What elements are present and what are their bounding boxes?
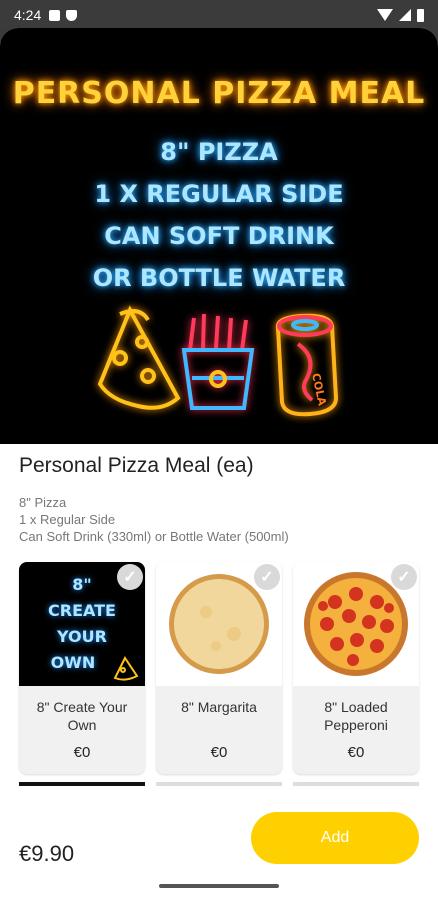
option-price: €0 xyxy=(73,744,91,761)
cyo-text-3: YOUR xyxy=(56,627,107,646)
select-check-icon[interactable]: ✓ xyxy=(254,564,280,590)
promo-banner: PERSONAL PIZZA MEAL 8" PIZZA 1 X REGULAR… xyxy=(0,28,438,444)
a-icon xyxy=(49,9,61,21)
status-bar: 4:24 xyxy=(0,0,438,30)
add-button[interactable]: Add xyxy=(251,812,419,864)
battery-icon xyxy=(417,8,424,22)
signal-icon xyxy=(399,9,411,21)
pizza-options: 8" CREATE YOUR OWN ✓ 8" Create Your Own … xyxy=(19,562,438,774)
product-name: Personal Pizza Meal (ea) xyxy=(19,454,254,477)
option-card-create-your-own[interactable]: 8" CREATE YOUR OWN ✓ 8" Create Your Own … xyxy=(19,562,145,774)
option-card-margarita[interactable]: ✓ 8" Margarita €0 xyxy=(156,562,282,774)
cyo-text-1: 8" xyxy=(72,575,91,594)
description-line-3: Can Soft Drink (330ml) or Bottle Water (… xyxy=(19,529,289,544)
total-price: €9.90 xyxy=(19,841,75,866)
cyo-text-4: OWN xyxy=(51,653,96,672)
peek-card-1 xyxy=(19,782,145,786)
product-sheet: PERSONAL PIZZA MEAL 8" PIZZA 1 X REGULAR… xyxy=(0,28,438,900)
product-description: 8" Pizza 1 x Regular Side Can Soft Drink… xyxy=(19,494,289,545)
option-price: €0 xyxy=(210,744,228,761)
wifi-icon xyxy=(377,9,393,21)
can-label: COLA xyxy=(309,372,329,407)
description-line-2: 1 x Regular Side xyxy=(19,512,116,527)
fries-icon xyxy=(181,313,255,410)
select-check-icon[interactable]: ✓ xyxy=(391,564,417,590)
option-name: 8" Create Your Own xyxy=(36,699,128,733)
option-card-loaded-pepperoni[interactable]: ✓ 8" Loaded Pepperoni €0 xyxy=(293,562,419,774)
pizza-slice-icon xyxy=(97,305,181,410)
cyo-text-2: CREATE xyxy=(48,601,116,620)
option-name: 8" Loaded Pepperoni xyxy=(324,699,388,733)
peek-card-2 xyxy=(156,782,282,786)
status-time: 4:24 xyxy=(14,7,42,23)
mini-pizza-slice-icon xyxy=(113,656,139,681)
select-check-icon[interactable]: ✓ xyxy=(117,564,143,590)
home-indicator[interactable] xyxy=(159,884,279,888)
more-options-peek xyxy=(19,782,419,786)
shield-icon xyxy=(66,9,78,21)
banner-art: COLA xyxy=(97,305,339,417)
option-price: €0 xyxy=(347,744,365,761)
peek-card-3 xyxy=(293,782,419,786)
option-name: 8" Margarita xyxy=(181,699,257,715)
description-line-1: 8" Pizza xyxy=(19,495,67,510)
